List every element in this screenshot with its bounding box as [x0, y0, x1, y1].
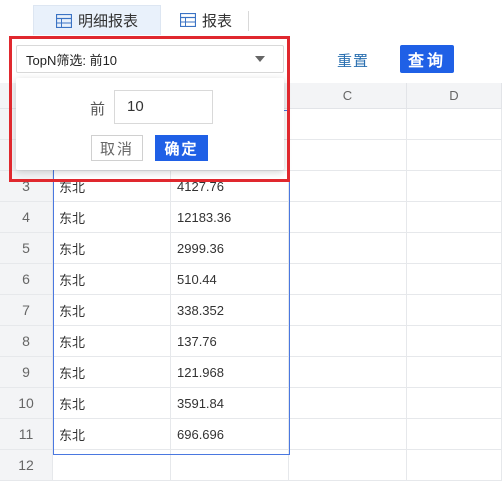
cell-c[interactable] — [289, 295, 407, 326]
cell-value[interactable]: 121.968 — [171, 357, 289, 388]
cell-value[interactable]: 12183.36 — [171, 202, 289, 233]
row-number[interactable]: 7 — [0, 295, 53, 326]
row-number[interactable]: 5 — [0, 233, 53, 264]
report-table-icon — [55, 13, 72, 28]
cell-d[interactable] — [407, 295, 502, 326]
cell-c[interactable] — [289, 450, 407, 481]
cell-region[interactable]: 东北 — [53, 233, 171, 264]
cell-value[interactable]: 3591.84 — [171, 388, 289, 419]
cell-d[interactable] — [407, 357, 502, 388]
topn-prefix-label: 前 — [90, 101, 106, 118]
cell-d[interactable] — [407, 264, 502, 295]
row-number[interactable]: 9 — [0, 357, 53, 388]
topn-number-input[interactable]: 10 — [114, 90, 213, 124]
table-row: 6 东北 510.44 — [0, 264, 502, 295]
table-row: 12 — [0, 450, 502, 481]
tab-bar: 明细报表 报表 — [0, 0, 502, 36]
row-number[interactable]: 10 — [0, 388, 53, 419]
chevron-down-icon — [255, 56, 265, 62]
cell-region[interactable]: 东北 — [53, 326, 171, 357]
cell-c[interactable] — [289, 388, 407, 419]
cell-region[interactable]: 东北 — [53, 171, 171, 202]
column-header-d[interactable]: D — [407, 83, 502, 109]
cell-c[interactable] — [289, 202, 407, 233]
cell-c[interactable] — [289, 140, 407, 171]
cell-region[interactable]: 东北 — [53, 388, 171, 419]
cell-c[interactable] — [289, 419, 407, 450]
row-number[interactable]: 4 — [0, 202, 53, 233]
tab-label: 报表 — [202, 12, 233, 30]
cell-d[interactable] — [407, 419, 502, 450]
table-row: 9 东北 121.968 — [0, 357, 502, 388]
table-row: 11 东北 696.696 — [0, 419, 502, 450]
row-number[interactable]: 8 — [0, 326, 53, 357]
cell-d[interactable] — [407, 233, 502, 264]
cell-value[interactable]: 338.352 — [171, 295, 289, 326]
query-button[interactable]: 查询 — [400, 45, 454, 73]
topn-filter-value: TopN筛选: 前10 — [26, 52, 118, 68]
cell-region[interactable]: 东北 — [53, 202, 171, 233]
cell-value[interactable]: 696.696 — [171, 419, 289, 450]
cell-value[interactable]: 2999.36 — [171, 233, 289, 264]
cell-region[interactable]: 东北 — [53, 419, 171, 450]
cell-value[interactable]: 4127.76 — [171, 171, 289, 202]
cell-c[interactable] — [289, 171, 407, 202]
row-number[interactable]: 3 — [0, 171, 53, 202]
cell-value[interactable]: 137.76 — [171, 326, 289, 357]
tab-detail-report[interactable]: 明细报表 — [33, 5, 161, 35]
cell-region[interactable] — [53, 450, 171, 481]
table-row: 10 东北 3591.84 — [0, 388, 502, 419]
tab-divider — [248, 11, 249, 31]
cell-c[interactable] — [289, 109, 407, 140]
report-table-icon — [180, 13, 196, 27]
cell-region[interactable]: 东北 — [53, 295, 171, 326]
cell-d[interactable] — [407, 202, 502, 233]
cell-c[interactable] — [289, 264, 407, 295]
table-row: 5 东北 2999.36 — [0, 233, 502, 264]
row-number[interactable]: 6 — [0, 264, 53, 295]
table-row: 7 东北 338.352 — [0, 295, 502, 326]
cell-c[interactable] — [289, 233, 407, 264]
cell-d[interactable] — [407, 109, 502, 140]
cell-region[interactable]: 东北 — [53, 357, 171, 388]
cell-d[interactable] — [407, 388, 502, 419]
cell-value[interactable]: 510.44 — [171, 264, 289, 295]
tab-label: 明细报表 — [77, 13, 138, 30]
table-row: 3 东北 4127.76 — [0, 171, 502, 202]
topn-filter-select[interactable]: TopN筛选: 前10 — [16, 45, 284, 73]
cell-d[interactable] — [407, 171, 502, 202]
reset-button[interactable]: 重置 — [330, 47, 376, 73]
row-number[interactable]: 11 — [0, 419, 53, 450]
topn-popup: 前 10 取消 确定 — [16, 78, 284, 170]
cell-d[interactable] — [407, 450, 502, 481]
row-number[interactable]: 12 — [0, 450, 53, 481]
cancel-button[interactable]: 取消 — [91, 135, 143, 161]
cell-d[interactable] — [407, 140, 502, 171]
table-row: 8 东北 137.76 — [0, 326, 502, 357]
column-header-c[interactable]: C — [289, 83, 407, 109]
table-row: 4 东北 12183.36 — [0, 202, 502, 233]
cell-d[interactable] — [407, 326, 502, 357]
tab-report[interactable]: 报表 — [172, 6, 240, 34]
cell-value[interactable] — [171, 450, 289, 481]
cell-region[interactable]: 东北 — [53, 264, 171, 295]
cell-c[interactable] — [289, 357, 407, 388]
cell-c[interactable] — [289, 326, 407, 357]
confirm-button[interactable]: 确定 — [155, 135, 208, 161]
